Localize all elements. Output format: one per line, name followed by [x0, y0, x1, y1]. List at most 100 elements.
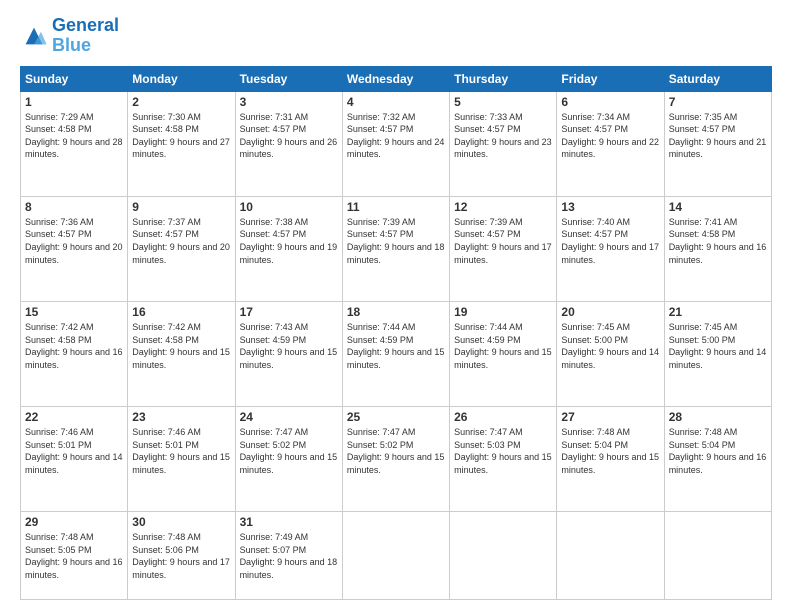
day-number: 1	[25, 95, 123, 109]
day-number: 10	[240, 200, 338, 214]
day-info: Sunrise: 7:39 AM Sunset: 4:57 PM Dayligh…	[347, 216, 445, 266]
calendar-cell: 2 Sunrise: 7:30 AM Sunset: 4:58 PM Dayli…	[128, 91, 235, 196]
day-number: 9	[132, 200, 230, 214]
day-number: 15	[25, 305, 123, 319]
day-number: 28	[669, 410, 767, 424]
calendar-cell: 12 Sunrise: 7:39 AM Sunset: 4:57 PM Dayl…	[450, 196, 557, 301]
day-info: Sunrise: 7:44 AM Sunset: 4:59 PM Dayligh…	[347, 321, 445, 371]
day-number: 5	[454, 95, 552, 109]
day-info: Sunrise: 7:47 AM Sunset: 5:02 PM Dayligh…	[240, 426, 338, 476]
day-number: 29	[25, 515, 123, 529]
calendar-cell: 4 Sunrise: 7:32 AM Sunset: 4:57 PM Dayli…	[342, 91, 449, 196]
day-number: 17	[240, 305, 338, 319]
calendar-cell: 10 Sunrise: 7:38 AM Sunset: 4:57 PM Dayl…	[235, 196, 342, 301]
calendar-cell: 9 Sunrise: 7:37 AM Sunset: 4:57 PM Dayli…	[128, 196, 235, 301]
day-info: Sunrise: 7:45 AM Sunset: 5:00 PM Dayligh…	[669, 321, 767, 371]
calendar-cell	[342, 512, 449, 600]
calendar-cell: 7 Sunrise: 7:35 AM Sunset: 4:57 PM Dayli…	[664, 91, 771, 196]
calendar-cell: 26 Sunrise: 7:47 AM Sunset: 5:03 PM Dayl…	[450, 407, 557, 512]
calendar-cell: 6 Sunrise: 7:34 AM Sunset: 4:57 PM Dayli…	[557, 91, 664, 196]
day-number: 6	[561, 95, 659, 109]
calendar-cell	[450, 512, 557, 600]
day-info: Sunrise: 7:39 AM Sunset: 4:57 PM Dayligh…	[454, 216, 552, 266]
day-info: Sunrise: 7:38 AM Sunset: 4:57 PM Dayligh…	[240, 216, 338, 266]
day-number: 16	[132, 305, 230, 319]
calendar-week-row: 29 Sunrise: 7:48 AM Sunset: 5:05 PM Dayl…	[21, 512, 772, 600]
day-number: 4	[347, 95, 445, 109]
day-number: 23	[132, 410, 230, 424]
day-info: Sunrise: 7:45 AM Sunset: 5:00 PM Dayligh…	[561, 321, 659, 371]
calendar-cell: 29 Sunrise: 7:48 AM Sunset: 5:05 PM Dayl…	[21, 512, 128, 600]
day-number: 12	[454, 200, 552, 214]
calendar-cell: 5 Sunrise: 7:33 AM Sunset: 4:57 PM Dayli…	[450, 91, 557, 196]
calendar-cell: 25 Sunrise: 7:47 AM Sunset: 5:02 PM Dayl…	[342, 407, 449, 512]
day-info: Sunrise: 7:42 AM Sunset: 4:58 PM Dayligh…	[132, 321, 230, 371]
day-info: Sunrise: 7:42 AM Sunset: 4:58 PM Dayligh…	[25, 321, 123, 371]
day-number: 11	[347, 200, 445, 214]
day-info: Sunrise: 7:30 AM Sunset: 4:58 PM Dayligh…	[132, 111, 230, 161]
day-number: 3	[240, 95, 338, 109]
weekday-header: Sunday	[21, 66, 128, 91]
day-number: 19	[454, 305, 552, 319]
calendar-cell: 31 Sunrise: 7:49 AM Sunset: 5:07 PM Dayl…	[235, 512, 342, 600]
day-number: 22	[25, 410, 123, 424]
calendar-cell: 8 Sunrise: 7:36 AM Sunset: 4:57 PM Dayli…	[21, 196, 128, 301]
day-number: 14	[669, 200, 767, 214]
day-info: Sunrise: 7:47 AM Sunset: 5:02 PM Dayligh…	[347, 426, 445, 476]
calendar-cell: 27 Sunrise: 7:48 AM Sunset: 5:04 PM Dayl…	[557, 407, 664, 512]
calendar-week-row: 8 Sunrise: 7:36 AM Sunset: 4:57 PM Dayli…	[21, 196, 772, 301]
day-info: Sunrise: 7:46 AM Sunset: 5:01 PM Dayligh…	[25, 426, 123, 476]
calendar-cell: 21 Sunrise: 7:45 AM Sunset: 5:00 PM Dayl…	[664, 301, 771, 406]
weekday-header: Wednesday	[342, 66, 449, 91]
logo: General Blue	[20, 16, 119, 56]
calendar-cell: 30 Sunrise: 7:48 AM Sunset: 5:06 PM Dayl…	[128, 512, 235, 600]
calendar-cell: 14 Sunrise: 7:41 AM Sunset: 4:58 PM Dayl…	[664, 196, 771, 301]
day-info: Sunrise: 7:29 AM Sunset: 4:58 PM Dayligh…	[25, 111, 123, 161]
day-number: 25	[347, 410, 445, 424]
day-number: 21	[669, 305, 767, 319]
calendar-table: SundayMondayTuesdayWednesdayThursdayFrid…	[20, 66, 772, 600]
calendar-cell: 18 Sunrise: 7:44 AM Sunset: 4:59 PM Dayl…	[342, 301, 449, 406]
day-info: Sunrise: 7:46 AM Sunset: 5:01 PM Dayligh…	[132, 426, 230, 476]
calendar-cell: 20 Sunrise: 7:45 AM Sunset: 5:00 PM Dayl…	[557, 301, 664, 406]
logo-icon	[20, 22, 48, 50]
day-info: Sunrise: 7:33 AM Sunset: 4:57 PM Dayligh…	[454, 111, 552, 161]
weekday-header: Thursday	[450, 66, 557, 91]
day-number: 13	[561, 200, 659, 214]
calendar-week-row: 1 Sunrise: 7:29 AM Sunset: 4:58 PM Dayli…	[21, 91, 772, 196]
day-number: 2	[132, 95, 230, 109]
page: General Blue SundayMondayTuesdayWednesda…	[0, 0, 792, 612]
calendar-cell: 15 Sunrise: 7:42 AM Sunset: 4:58 PM Dayl…	[21, 301, 128, 406]
calendar-cell	[557, 512, 664, 600]
calendar-cell: 11 Sunrise: 7:39 AM Sunset: 4:57 PM Dayl…	[342, 196, 449, 301]
calendar-cell	[664, 512, 771, 600]
day-number: 26	[454, 410, 552, 424]
day-number: 30	[132, 515, 230, 529]
day-info: Sunrise: 7:36 AM Sunset: 4:57 PM Dayligh…	[25, 216, 123, 266]
calendar-body: 1 Sunrise: 7:29 AM Sunset: 4:58 PM Dayli…	[21, 91, 772, 599]
day-number: 24	[240, 410, 338, 424]
day-number: 18	[347, 305, 445, 319]
day-info: Sunrise: 7:35 AM Sunset: 4:57 PM Dayligh…	[669, 111, 767, 161]
day-info: Sunrise: 7:43 AM Sunset: 4:59 PM Dayligh…	[240, 321, 338, 371]
calendar-cell: 16 Sunrise: 7:42 AM Sunset: 4:58 PM Dayl…	[128, 301, 235, 406]
calendar-cell: 1 Sunrise: 7:29 AM Sunset: 4:58 PM Dayli…	[21, 91, 128, 196]
day-info: Sunrise: 7:47 AM Sunset: 5:03 PM Dayligh…	[454, 426, 552, 476]
day-info: Sunrise: 7:44 AM Sunset: 4:59 PM Dayligh…	[454, 321, 552, 371]
day-info: Sunrise: 7:31 AM Sunset: 4:57 PM Dayligh…	[240, 111, 338, 161]
calendar-cell: 3 Sunrise: 7:31 AM Sunset: 4:57 PM Dayli…	[235, 91, 342, 196]
calendar-week-row: 15 Sunrise: 7:42 AM Sunset: 4:58 PM Dayl…	[21, 301, 772, 406]
day-info: Sunrise: 7:41 AM Sunset: 4:58 PM Dayligh…	[669, 216, 767, 266]
calendar-header-row: SundayMondayTuesdayWednesdayThursdayFrid…	[21, 66, 772, 91]
day-number: 27	[561, 410, 659, 424]
day-info: Sunrise: 7:34 AM Sunset: 4:57 PM Dayligh…	[561, 111, 659, 161]
header: General Blue	[20, 16, 772, 56]
logo-text: General Blue	[52, 16, 119, 56]
day-number: 20	[561, 305, 659, 319]
day-info: Sunrise: 7:49 AM Sunset: 5:07 PM Dayligh…	[240, 531, 338, 581]
calendar-cell: 23 Sunrise: 7:46 AM Sunset: 5:01 PM Dayl…	[128, 407, 235, 512]
calendar-cell: 28 Sunrise: 7:48 AM Sunset: 5:04 PM Dayl…	[664, 407, 771, 512]
day-number: 31	[240, 515, 338, 529]
calendar-week-row: 22 Sunrise: 7:46 AM Sunset: 5:01 PM Dayl…	[21, 407, 772, 512]
weekday-header: Saturday	[664, 66, 771, 91]
